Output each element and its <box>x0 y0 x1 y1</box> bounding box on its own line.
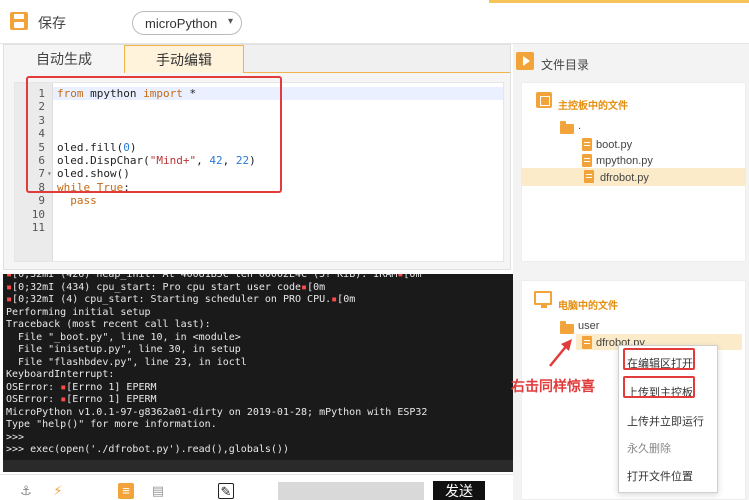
terminal-line: >>> <box>6 431 25 443</box>
line-number: 9 <box>38 194 45 208</box>
send-button[interactable]: 发送 <box>433 481 485 500</box>
bottom-toolbar: ⚓ ⚡ ≡ ▤ ✎ 发送 <box>0 474 515 500</box>
serial-terminal[interactable]: ▪[0;32mI (426) heap_init: At 40081B5C le… <box>3 274 513 460</box>
menu-item-upload-and-run[interactable]: 上传并立即运行 <box>627 413 704 429</box>
pc-section-title: 电脑中的文件 <box>558 301 618 312</box>
editor-tabs: 自动生成 手动编辑 <box>4 45 510 73</box>
menu-highlight-box-open <box>623 348 695 370</box>
terminal-input-strip[interactable] <box>3 460 513 472</box>
file-directory-title: 文件目录 <box>541 58 590 72</box>
terminal-line: File "flashbdev.py", line 23, in ioctl <box>6 356 247 368</box>
folder-icon <box>560 321 574 334</box>
folder-icon <box>560 121 574 134</box>
file-icon <box>582 154 592 167</box>
terminal-line: File "inisetup.py", line 30, in setup <box>6 344 241 355</box>
line-number: 11 <box>31 221 45 234</box>
terminal-line: >>> exec(open('./dfrobot.py').read(),glo… <box>6 444 289 455</box>
board-file-boot[interactable]: boot.py <box>596 139 632 151</box>
terminal-line: Traceback (most recent call last): <box>6 319 211 330</box>
save-icon[interactable] <box>10 12 28 30</box>
terminal-line: ▪[0;32mI (4) cpu_start: Starting schedul… <box>6 294 356 305</box>
send-input[interactable] <box>278 482 424 500</box>
board-section-title: 主控板中的文件 <box>558 101 628 112</box>
terminal-line: KeyboardInterrupt: <box>6 369 115 380</box>
text-mode-icon[interactable]: ≡ <box>118 483 134 499</box>
code-line: pass <box>70 194 97 208</box>
clear-icon[interactable]: ✎ <box>218 483 234 499</box>
terminal-line: OSError: ▪[Errno 1] EPERM <box>6 394 157 405</box>
anchor-icon[interactable]: ⚓ <box>18 483 34 499</box>
annotation-arrow-icon <box>549 339 572 367</box>
lightning-icon[interactable]: ⚡ <box>50 483 66 499</box>
terminal-line: MicroPython v1.0.1-97-g8362a01-dirty on … <box>6 406 428 418</box>
tab-auto-generate[interactable]: 自动生成 <box>4 45 124 73</box>
menu-item-open-file-location[interactable]: 打开文件位置 <box>627 468 693 484</box>
code-highlight-box <box>26 76 282 193</box>
language-select[interactable]: microPython ▾ <box>132 11 242 35</box>
menu-item-delete-permanently[interactable]: 永久删除 <box>627 440 671 456</box>
terminal-line: Type "help()" for more information. <box>6 419 217 430</box>
tab-manual-edit[interactable]: 手动编辑 <box>124 45 244 73</box>
annotation-text: 右击同样惊喜 <box>511 378 595 394</box>
file-icon <box>582 336 592 349</box>
line-number: 10 <box>31 207 45 221</box>
terminal-line: ▪[0;32mI (426) heap_init: At 40081B5C le… <box>6 274 422 280</box>
file-directory-icon <box>516 52 534 70</box>
top-accent-bar <box>489 0 749 3</box>
hex-mode-icon[interactable]: ▤ <box>150 483 166 499</box>
board-file-mpython[interactable]: mpython.py <box>596 155 653 167</box>
board-root-folder[interactable]: . <box>578 120 581 132</box>
terminal-line: File "_boot.py", line 10, in <module> <box>6 331 241 343</box>
terminal-line: ▪[0;32mI (434) cpu_start: Pro cpu start … <box>6 281 326 293</box>
pc-folder-user[interactable]: user <box>578 320 599 332</box>
chevron-down-icon: ▾ <box>227 16 233 27</box>
top-toolbar: 保存 microPython ▾ <box>0 0 749 44</box>
chip-icon <box>536 92 552 108</box>
file-icon <box>582 138 592 151</box>
menu-highlight-box-upload <box>623 376 695 398</box>
terminal-line: Performing initial setup <box>6 306 151 318</box>
language-select-value: microPython <box>145 16 218 31</box>
save-button[interactable]: 保存 <box>38 13 66 33</box>
board-file-dfrobot[interactable]: dfrobot.py <box>600 172 649 184</box>
terminal-line: OSError: ▪[Errno 1] EPERM <box>6 381 157 393</box>
monitor-icon <box>534 291 552 308</box>
file-icon <box>584 170 594 183</box>
